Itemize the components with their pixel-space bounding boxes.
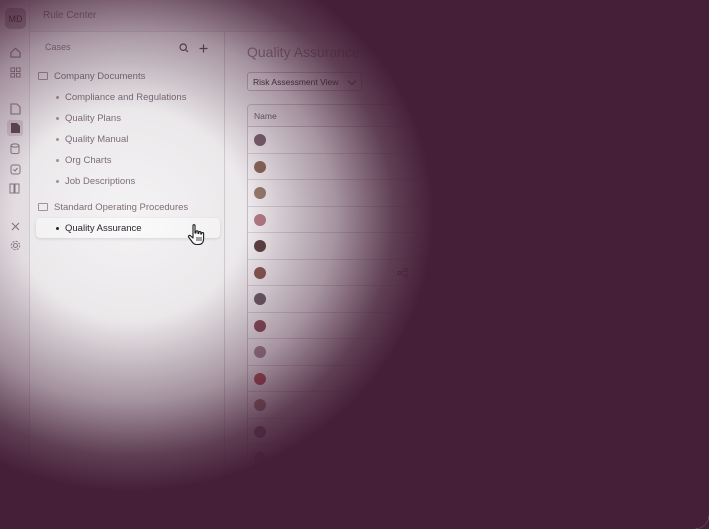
share-icon[interactable] [397, 267, 408, 280]
progress-bar [525, 377, 553, 380]
home-icon[interactable] [7, 44, 23, 60]
tree-item-label: Job Descriptions [65, 175, 136, 187]
assignee-avatar [254, 478, 266, 491]
progress-bar [525, 271, 553, 274]
page-title: Quality Assurance [247, 44, 360, 60]
tree-item-compliance[interactable]: Compliance and Regulations [56, 87, 186, 107]
table-row[interactable] [248, 366, 709, 392]
assignee-avatar [254, 240, 266, 252]
view-select-label: Risk Assessment View [253, 76, 339, 87]
table-row[interactable] [248, 260, 709, 286]
view-select[interactable]: Risk Assessment View [247, 72, 362, 91]
table-row[interactable] [248, 207, 709, 233]
progress-bar [525, 298, 553, 300]
assignee-avatar [254, 319, 266, 332]
tree-item-label: Org Charts [65, 154, 112, 166]
user-avatar[interactable]: MD [5, 8, 26, 29]
cases-sidebar: Cases Company Documents Compliance and R… [30, 32, 225, 529]
tree-item-quality-manual[interactable]: Quality Manual [56, 129, 128, 149]
sidebar-header: Cases [45, 42, 71, 52]
tree-item-label: Compliance and Regulations [65, 91, 187, 103]
table-row[interactable] [248, 392, 709, 419]
assignee-avatar [254, 425, 266, 438]
folder-label: Standard Operating Procedures [54, 201, 189, 213]
progress-bar [525, 430, 553, 433]
database-icon[interactable] [7, 141, 23, 157]
apps-grid-icon[interactable] [7, 64, 23, 80]
progress-bar [525, 483, 553, 486]
table-row[interactable] [248, 419, 709, 445]
progress-bar [525, 139, 553, 141]
table-row[interactable] [248, 154, 709, 180]
tree-item-org-charts[interactable]: Org Charts [56, 150, 111, 170]
app-window: MD Rule Center Cases Company Documents C… [0, 0, 709, 529]
folder-sop[interactable]: Standard Operating Procedures [38, 197, 188, 217]
assignee-avatar [254, 187, 266, 199]
table-header: Name Progress [248, 105, 709, 127]
table-row[interactable] [248, 339, 709, 366]
table-row[interactable] [248, 472, 709, 498]
progress-bar [525, 457, 553, 459]
tree-item-label: Quality Assurance [65, 222, 142, 234]
tree-item-quality-plans[interactable]: Quality Plans [56, 108, 121, 128]
page-subtitle: Cell Therapy Risk [362, 46, 441, 57]
window-title: Rule Center [43, 10, 97, 21]
shield-icon[interactable] [7, 161, 23, 177]
left-rail: MD [0, 0, 30, 529]
assignee-avatar [254, 160, 266, 173]
progress-bar [525, 351, 553, 353]
add-icon[interactable] [199, 40, 208, 58]
progress-bar [525, 324, 553, 327]
cases-table: Name Progress [247, 104, 709, 524]
assignee-avatar [254, 293, 266, 305]
tree-item-label: Quality Manual [65, 133, 129, 145]
tree-item-label: Quality Plans [65, 112, 121, 124]
document-icon[interactable] [7, 101, 23, 117]
chevron-down-icon [347, 76, 357, 86]
progress-bar [525, 165, 553, 168]
assignee-avatar [254, 266, 266, 279]
assignee-avatar [254, 213, 266, 226]
table-row[interactable] [248, 180, 709, 207]
search-icon[interactable] [179, 40, 189, 58]
folder-label: Company Documents [54, 70, 146, 82]
table-row[interactable] [248, 313, 709, 339]
progress-bar [525, 404, 553, 406]
share-icon[interactable] [442, 135, 453, 147]
assignee-avatar [254, 399, 266, 411]
refresh-icon[interactable] [469, 214, 481, 228]
column-header-name[interactable]: Name [254, 111, 277, 121]
main-panel: Quality Assurance Cell Therapy Risk Risk… [226, 32, 709, 529]
folder-icon [38, 203, 48, 211]
table-row[interactable] [248, 233, 709, 260]
folder-company-documents[interactable]: Company Documents [38, 66, 145, 86]
progress-bar [525, 218, 553, 221]
table-row[interactable] [248, 127, 709, 154]
tools-icon[interactable] [7, 218, 23, 234]
assignee-avatar [254, 134, 266, 146]
top-bar: Rule Center [30, 0, 709, 32]
cases-icon[interactable] [7, 120, 23, 136]
table-row[interactable] [248, 286, 709, 313]
assignee-avatar [254, 452, 266, 464]
column-header-progress[interactable]: Progress [525, 111, 559, 121]
table-row[interactable] [248, 445, 709, 472]
hand-cursor-icon [187, 224, 205, 246]
progress-bar [525, 245, 553, 247]
tree-item-job-descriptions[interactable]: Job Descriptions [56, 171, 135, 191]
progress-bar [525, 192, 553, 194]
settings-gear-icon[interactable] [7, 237, 23, 253]
assignee-avatar [254, 372, 266, 385]
library-icon[interactable] [7, 180, 23, 196]
folder-icon [38, 72, 48, 80]
screen: MD Rule Center Cases Company Documents C… [0, 0, 709, 529]
assignee-avatar [254, 346, 266, 358]
